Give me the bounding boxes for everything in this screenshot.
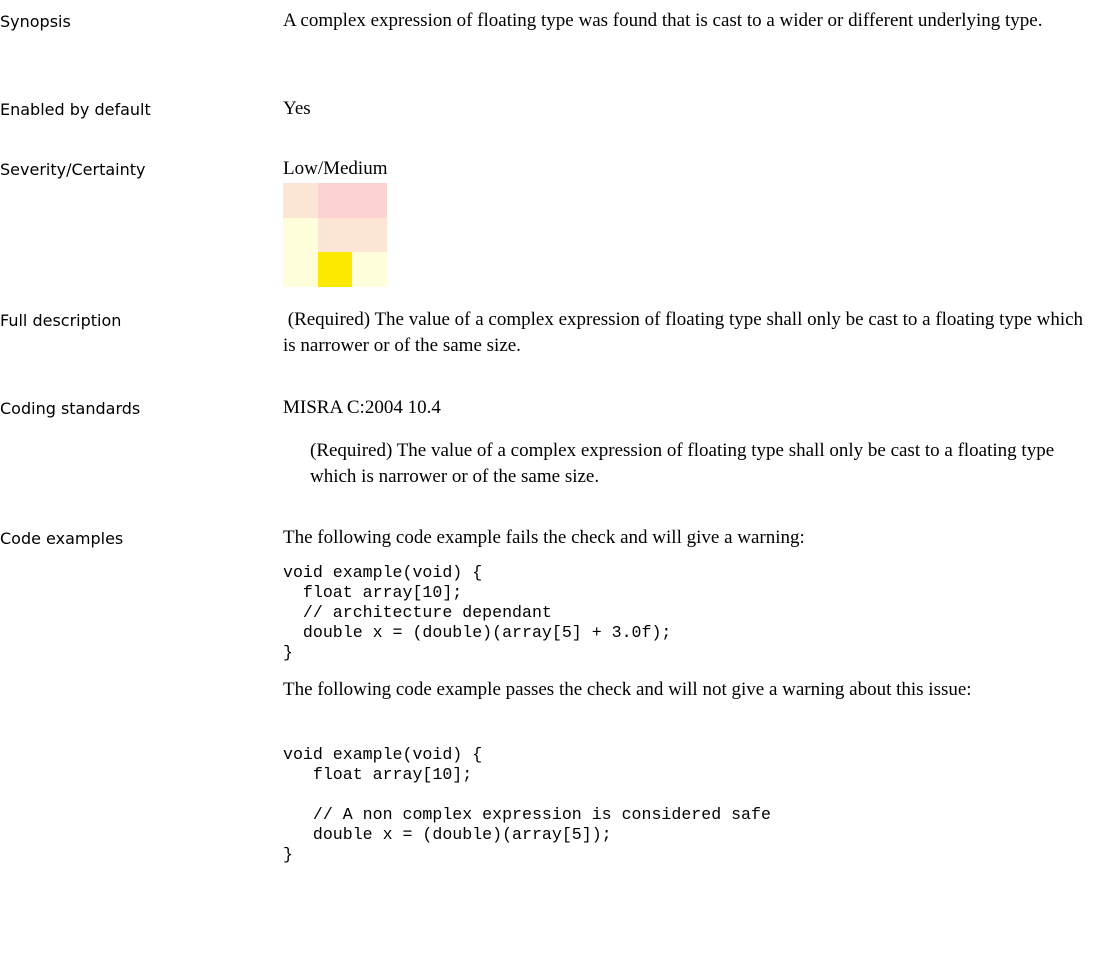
severity-certainty-value: Low/Medium bbox=[283, 158, 388, 179]
code-examples-label: Code examples bbox=[0, 529, 124, 548]
enabled-by-default-value: Yes bbox=[283, 98, 311, 119]
severity-matrix-cell bbox=[283, 183, 318, 218]
severity-matrix-cell bbox=[352, 183, 387, 218]
enabled-by-default-label: Enabled by default bbox=[0, 100, 151, 119]
severity-matrix-cell bbox=[283, 252, 318, 287]
severity-certainty-label: Severity/Certainty bbox=[0, 160, 146, 179]
severity-matrix-cell bbox=[317, 183, 353, 218]
failing-example-intro: The following code example fails the che… bbox=[283, 527, 805, 548]
synopsis-text: A complex expression of floating type wa… bbox=[283, 10, 1043, 31]
severity-matrix-cell bbox=[352, 217, 387, 253]
synopsis-label: Synopsis bbox=[0, 12, 71, 31]
severity-certainty-matrix bbox=[283, 183, 387, 287]
severity-matrix-cell bbox=[317, 252, 353, 287]
severity-matrix-cell bbox=[317, 217, 353, 253]
coding-standard-detail: (Required) The value of a complex expres… bbox=[310, 440, 1055, 487]
severity-matrix-cell bbox=[283, 217, 318, 253]
full-description-label: Full description bbox=[0, 311, 122, 330]
coding-standard-name: MISRA C:2004 10.4 bbox=[283, 397, 441, 418]
severity-matrix-cell bbox=[352, 252, 387, 287]
full-description-text: (Required) The value of a complex expres… bbox=[283, 309, 1088, 356]
coding-standards-label: Coding standards bbox=[0, 399, 141, 418]
passing-example-intro: The following code example passes the ch… bbox=[283, 679, 972, 700]
failing-code-block: void example(void) { float array[10]; //… bbox=[283, 563, 672, 662]
passing-code-block: void example(void) { float array[10]; //… bbox=[283, 745, 771, 864]
